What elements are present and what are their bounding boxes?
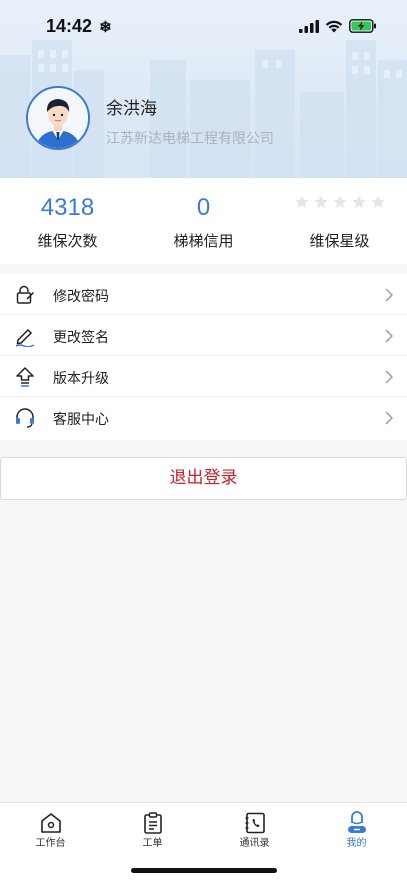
headset-icon: [16, 408, 34, 428]
tab-label: 通讯录: [239, 838, 270, 849]
company-name: 江苏新达电梯工程有限公司: [106, 131, 274, 147]
stat-value: 0: [196, 194, 211, 221]
user-name: 余洪海: [106, 99, 157, 119]
snowflake-icon: ❄: [99, 19, 112, 36]
tab-label: 工作台: [35, 838, 66, 849]
tab-work-orders[interactable]: 工单: [102, 803, 203, 853]
menu-item-version-upgrade[interactable]: 版本升级: [0, 356, 407, 397]
menu-item-change-signature[interactable]: 更改签名: [0, 315, 407, 356]
phone-book-icon: [245, 812, 265, 834]
star-icon: [294, 195, 309, 208]
stat-value: 4318: [40, 194, 95, 221]
settings-menu: 修改密码 更改签名 版本升级 客服中心: [0, 274, 407, 440]
menu-item-customer-service[interactable]: 客服中心: [0, 397, 407, 438]
signal-icon: [299, 19, 319, 33]
menu-item-label: 修改密码: [53, 289, 109, 305]
stats-panel: 4318 维保次数 0 梯梯信用 维保星级: [0, 178, 407, 264]
tab-label: 我的: [346, 838, 367, 849]
avatar[interactable]: [26, 86, 90, 150]
menu-item-label: 版本升级: [53, 371, 109, 387]
tab-label: 工单: [142, 838, 163, 849]
chevron-right-icon: [385, 288, 393, 302]
stat-credit[interactable]: 0 梯梯信用: [136, 178, 271, 264]
logout-button[interactable]: 退出登录: [0, 457, 407, 500]
menu-item-label: 客服中心: [53, 412, 109, 428]
star-icon: [313, 195, 328, 208]
stat-label: 维保星级: [309, 232, 370, 250]
home-indicator: [131, 868, 277, 873]
chevron-right-icon: [385, 411, 393, 425]
profile-icon: [348, 811, 366, 833]
menu-item-label: 更改签名: [53, 330, 109, 346]
avatar-illustration: [28, 88, 88, 148]
chevron-right-icon: [385, 329, 393, 343]
profile-section: 余洪海 江苏新达电梯工程有限公司: [0, 82, 407, 162]
clipboard-icon: [144, 812, 162, 834]
tab-workbench[interactable]: 工作台: [0, 803, 101, 853]
star-icon: [332, 195, 347, 208]
tab-mine[interactable]: 我的: [306, 803, 407, 853]
status-time: 14:42 ❄: [46, 16, 112, 36]
battery-charging-icon: [349, 19, 376, 33]
pen-signature-icon: [15, 328, 35, 347]
lock-edit-icon: [16, 285, 35, 304]
menu-item-change-password[interactable]: 修改密码: [0, 274, 407, 315]
wifi-icon: [325, 20, 343, 32]
stat-label: 梯梯信用: [173, 232, 234, 250]
tab-contacts[interactable]: 通讯录: [204, 803, 305, 853]
status-icons: [299, 18, 377, 34]
star-rating: [272, 194, 407, 210]
stat-label: 维保次数: [37, 232, 98, 250]
home-icon: [41, 813, 61, 833]
stat-star-rating[interactable]: 维保星级: [272, 178, 407, 264]
star-icon: [370, 195, 385, 208]
upgrade-arrow-icon: [16, 367, 34, 387]
status-bar: 14:42 ❄: [0, 0, 407, 48]
chevron-right-icon: [385, 370, 393, 384]
stat-maintenance-count[interactable]: 4318 维保次数: [0, 178, 135, 264]
star-icon: [351, 195, 366, 208]
